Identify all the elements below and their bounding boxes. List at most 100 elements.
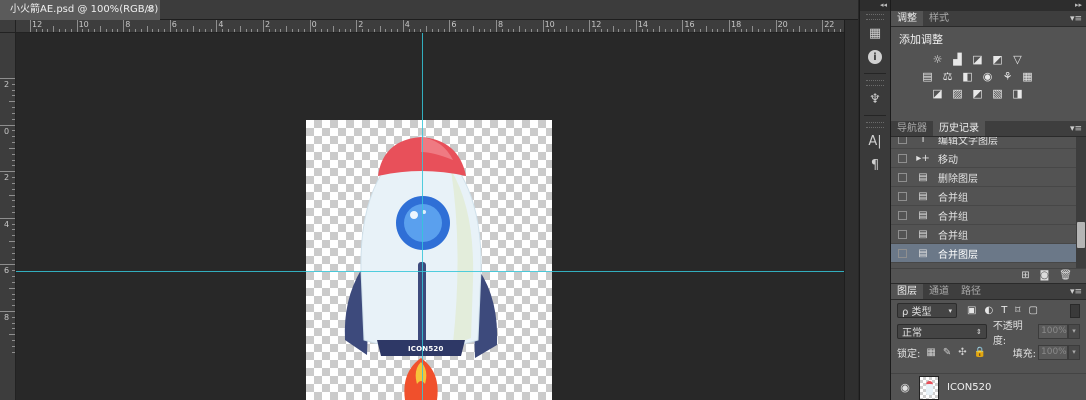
- layer-action-icon: ▤: [918, 190, 928, 202]
- tab-styles[interactable]: 样式: [923, 11, 955, 26]
- selective-color-icon[interactable]: ◨: [1011, 87, 1024, 100]
- fill-arrow-icon[interactable]: ▾: [1068, 345, 1080, 360]
- color-lookup-icon[interactable]: ▦: [1021, 70, 1034, 83]
- ruler-tick-label: 4: [404, 20, 410, 29]
- rocket-text-label: ICON520: [408, 345, 444, 353]
- character-icon[interactable]: A|: [864, 131, 886, 151]
- ruler-minor-tick: [362, 29, 364, 32]
- history-item[interactable]: ▤ 删除图层: [891, 168, 1076, 187]
- history-snapshot-checkbox[interactable]: [898, 210, 907, 220]
- tab-adjustments[interactable]: 调整: [891, 11, 923, 26]
- history-snapshot-checkbox[interactable]: [898, 172, 907, 182]
- ruler-major-tick: [263, 20, 264, 32]
- grip-handle-2[interactable]: [866, 80, 884, 86]
- history-item[interactable]: ▤ 合并组: [891, 225, 1076, 244]
- layer-row[interactable]: ◉ ICON520: [891, 373, 1086, 400]
- ruler-minor-tick: [350, 29, 352, 32]
- horizontal-guide[interactable]: [16, 271, 844, 272]
- lock-all-icon[interactable]: 🔒: [974, 347, 986, 358]
- type-filter-icon[interactable]: T: [1001, 305, 1007, 316]
- vertical-guide[interactable]: [422, 33, 423, 400]
- history-snapshot-checkbox[interactable]: [898, 153, 907, 163]
- ruler-minor-tick: [239, 26, 241, 32]
- history-snapshot-checkbox[interactable]: [898, 137, 907, 144]
- ruler-origin[interactable]: [0, 20, 16, 33]
- history-snapshot-checkbox[interactable]: [898, 191, 907, 201]
- filter-toggle[interactable]: [1070, 303, 1080, 318]
- tab-history[interactable]: 历史记录: [933, 121, 985, 136]
- history-menu-icon[interactable]: ▾≡: [1070, 121, 1082, 137]
- ruler-minor-tick: [12, 305, 15, 307]
- history-item-selected[interactable]: ▤ 合并图层: [891, 244, 1076, 263]
- paragraph-icon[interactable]: ¶: [864, 155, 886, 175]
- levels-icon[interactable]: ▟: [951, 53, 964, 66]
- curves-icon[interactable]: ◪: [971, 53, 984, 66]
- grip-handle-3[interactable]: [866, 122, 884, 128]
- panel-menu-icon[interactable]: ▾≡: [1070, 11, 1082, 27]
- lock-transparent-icon[interactable]: ▦: [926, 347, 935, 358]
- tab-navigator[interactable]: 导航器: [891, 121, 933, 136]
- gradient-map-icon[interactable]: ▧: [991, 87, 1004, 100]
- opacity-field[interactable]: 100%: [1038, 324, 1069, 339]
- history-scroll-thumb[interactable]: [1077, 222, 1085, 248]
- invert-icon[interactable]: ◪: [931, 87, 944, 100]
- blend-mode-select[interactable]: 正常 ⇕: [897, 324, 987, 339]
- history-item[interactable]: T 编辑文字图层: [891, 137, 1076, 149]
- color-balance-icon[interactable]: ⚖: [941, 70, 954, 83]
- info-icon[interactable]: i: [864, 47, 886, 67]
- new-document-from-state-icon[interactable]: ⊞: [1021, 269, 1029, 283]
- history-panel-icon[interactable]: ▦: [864, 23, 886, 43]
- brush-presets-icon[interactable]: ♆: [864, 89, 886, 109]
- adjustment-filter-icon[interactable]: ◐: [984, 305, 993, 316]
- vibrance-icon[interactable]: ▽: [1011, 53, 1024, 66]
- ruler-minor-tick: [280, 29, 282, 32]
- opacity-arrow-icon[interactable]: ▾: [1068, 324, 1080, 339]
- history-item[interactable]: ▤ 合并组: [891, 187, 1076, 206]
- document-tab[interactable]: 小火箭AE.psd @ 100%(RGB/8) ×: [0, 0, 160, 20]
- history-item[interactable]: ▸+ 移动: [891, 149, 1076, 168]
- layers-menu-icon[interactable]: ▾≡: [1070, 284, 1082, 300]
- ruler-minor-tick: [12, 316, 15, 318]
- canvas-scrollbar[interactable]: [844, 20, 858, 400]
- lock-image-icon[interactable]: ✎: [943, 347, 951, 358]
- fill-field[interactable]: 100%: [1038, 345, 1068, 360]
- collapse-arrows-icon[interactable]: ◂◂: [860, 0, 890, 11]
- grip-handle[interactable]: [866, 14, 884, 20]
- eye-icon[interactable]: ◉: [891, 381, 919, 394]
- ruler-minor-tick: [804, 29, 806, 32]
- tab-channels[interactable]: 通道: [923, 284, 955, 299]
- black-white-icon[interactable]: ◧: [961, 70, 974, 83]
- history-scrollbar[interactable]: [1076, 137, 1086, 268]
- history-item[interactable]: ▤ 合并组: [891, 206, 1076, 225]
- tab-layers[interactable]: 图层: [891, 284, 923, 299]
- ruler-minor-tick: [268, 29, 270, 32]
- trash-icon[interactable]: 🗑: [1059, 269, 1072, 283]
- layer-filter-select[interactable]: ρ 类型 ▾: [897, 303, 957, 318]
- history-snapshot-checkbox[interactable]: [898, 248, 907, 258]
- expand-arrows-icon[interactable]: ▸▸: [891, 0, 1086, 11]
- close-tab-icon[interactable]: ×: [146, 0, 154, 20]
- channel-mixer-icon[interactable]: ⚘: [1001, 70, 1014, 83]
- threshold-icon[interactable]: ◩: [971, 87, 984, 100]
- new-snapshot-icon[interactable]: ◙: [1040, 269, 1050, 283]
- vertical-ruler[interactable]: 2 0 2 4 6 8: [0, 33, 16, 400]
- exposure-icon[interactable]: ◩: [991, 53, 1004, 66]
- chevron-down-icon: ▾: [948, 306, 952, 315]
- ruler-minor-tick: [723, 29, 725, 32]
- history-snapshot-checkbox[interactable]: [898, 229, 907, 239]
- hue-saturation-icon[interactable]: ▤: [921, 70, 934, 83]
- ruler-tick-label: 2: [358, 20, 364, 29]
- lock-position-icon[interactable]: ✣: [958, 347, 966, 358]
- ruler-minor-tick: [12, 345, 15, 347]
- posterize-icon[interactable]: ▨: [951, 87, 964, 100]
- photo-filter-icon[interactable]: ◉: [981, 70, 994, 83]
- pixel-filter-icon[interactable]: ▣: [967, 305, 976, 316]
- layer-name[interactable]: ICON520: [947, 382, 991, 393]
- horizontal-ruler[interactable]: 12 10 8 6 4 2 0 2 4 6 8 10 12 14 16 18 20 22: [16, 20, 844, 33]
- smart-object-filter-icon[interactable]: ▢: [1028, 305, 1037, 316]
- rocket-illustration[interactable]: [323, 100, 503, 400]
- shape-filter-icon[interactable]: ⌑: [1015, 305, 1020, 316]
- ruler-minor-tick: [94, 29, 96, 32]
- brightness-contrast-icon[interactable]: ☼: [931, 53, 944, 66]
- tab-paths[interactable]: 路径: [955, 284, 987, 299]
